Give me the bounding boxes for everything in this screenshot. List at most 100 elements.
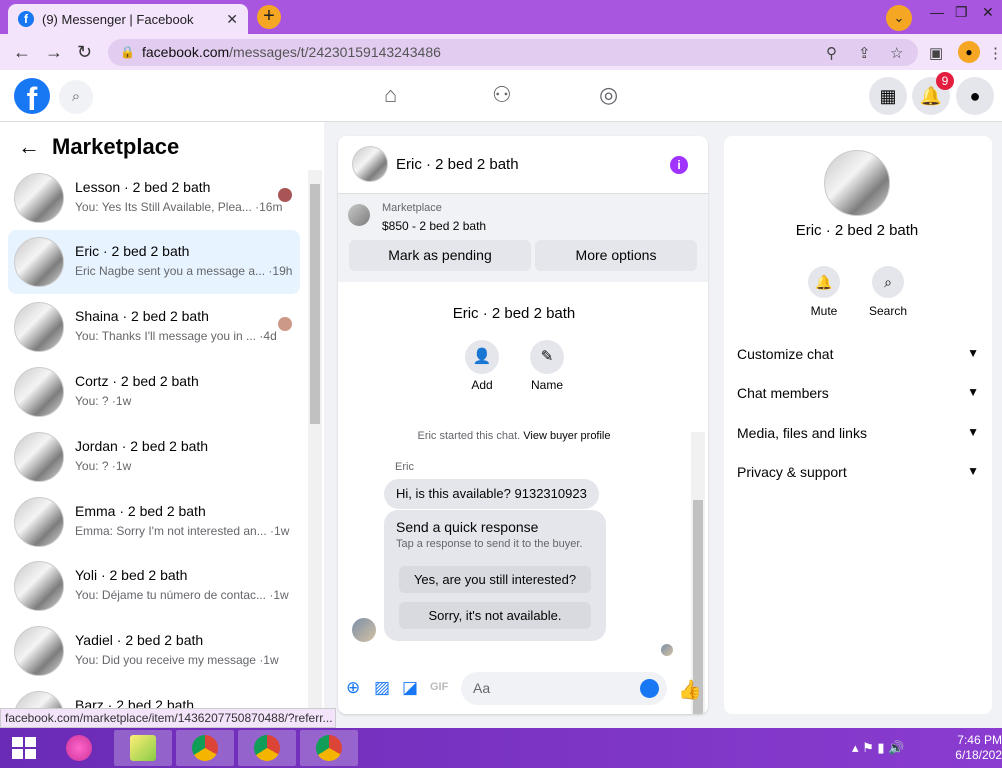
- emoji-icon[interactable]: [640, 679, 659, 698]
- chrome-app-icon[interactable]: [238, 730, 296, 766]
- add-label: Add: [471, 378, 493, 392]
- listing-thumbnail[interactable]: [348, 204, 370, 226]
- chat-avatar[interactable]: [352, 146, 388, 182]
- message-input[interactable]: Aa: [461, 672, 667, 705]
- conversation-preview: You: ? ·1w: [75, 394, 132, 408]
- facebook-header: f ⌕ ⌂ ⚇ ◎ ▦ 🔔 ●: [0, 70, 1002, 122]
- side-panel-icon[interactable]: ▣: [929, 44, 943, 62]
- new-tab-button[interactable]: +: [257, 5, 281, 29]
- facebook-favicon-icon: f: [18, 11, 34, 27]
- taskbar-clock[interactable]: 7:46 PM 6/18/202: [950, 733, 1002, 763]
- folder-app-icon[interactable]: [114, 730, 172, 766]
- menu-grid-icon[interactable]: ▦: [869, 77, 907, 115]
- name-action[interactable]: ✎ Name: [517, 340, 577, 392]
- restore-window-icon[interactable]: ❐: [955, 4, 968, 21]
- notification-badge: 9: [936, 72, 954, 90]
- chevron-down-icon: ▼: [967, 464, 979, 478]
- gif-icon[interactable]: GIF: [430, 681, 448, 693]
- chat-header: Eric · 2 bed 2 bath i: [338, 136, 708, 194]
- info-icon[interactable]: i: [670, 156, 688, 174]
- media-files-links-section[interactable]: Media, files and links ▼: [737, 425, 979, 441]
- browser-profile-icon[interactable]: ●: [958, 41, 980, 63]
- listing-avatar: [14, 302, 64, 352]
- add-person-icon: 👤: [465, 340, 499, 374]
- mark-as-pending-button[interactable]: Mark as pending: [349, 240, 531, 271]
- message-placeholder: Aa: [473, 680, 491, 696]
- thumbs-up-icon[interactable]: 👍: [678, 678, 702, 702]
- listing-avatar: [14, 497, 64, 547]
- bookmark-star-icon[interactable]: ☆: [890, 44, 903, 62]
- tab-title: (9) Messenger | Facebook: [42, 11, 194, 27]
- clock-time: 7:46 PM: [957, 733, 1002, 747]
- close-window-icon[interactable]: ✕: [982, 4, 994, 21]
- quick-response-yes-button[interactable]: Yes, are you still interested?: [399, 566, 591, 593]
- seen-receipt-avatar: [661, 644, 673, 656]
- conversation-preview: You: Déjame tu número de contac... ·1w: [75, 588, 289, 602]
- facebook-logo-icon[interactable]: f: [14, 78, 50, 114]
- conversation-item[interactable]: Jordan · 2 bed 2 bath You: ? ·1w: [8, 425, 300, 489]
- customize-chat-section[interactable]: Customize chat ▼: [737, 346, 979, 362]
- conversation-item[interactable]: Shaina · 2 bed 2 bath You: Thanks I'll m…: [8, 295, 300, 359]
- quick-response-no-button[interactable]: Sorry, it's not available.: [399, 602, 591, 629]
- mute-label: Mute: [810, 304, 838, 318]
- groups-icon[interactable]: ◎: [599, 82, 618, 108]
- message-bubble: Hi, is this available? 9132310923: [384, 479, 599, 509]
- conversation-item[interactable]: Eric · 2 bed 2 bath Eric Nagbe sent you …: [8, 230, 300, 294]
- conversation-item[interactable]: Yadiel · 2 bed 2 bath You: Did you recei…: [8, 619, 300, 683]
- chevron-down-icon: ▼: [967, 425, 979, 439]
- url-path: /messages/t/24230159143243486: [229, 44, 441, 60]
- chrome-app-icon[interactable]: [176, 730, 234, 766]
- share-icon[interactable]: ⇪: [858, 44, 871, 62]
- windows-start-icon[interactable]: [12, 737, 36, 759]
- forward-arrow-icon[interactable]: →: [45, 42, 63, 63]
- plus-circle-icon[interactable]: ⊕: [346, 678, 360, 698]
- conversation-item[interactable]: Cortz · 2 bed 2 bath You: ? ·1w: [8, 360, 300, 424]
- browser-menu-icon[interactable]: ⋮: [988, 44, 1002, 62]
- chat-panel: Eric · 2 bed 2 bath i Marketplace $850 -…: [338, 136, 708, 714]
- friends-icon[interactable]: ⚇: [492, 82, 512, 108]
- privacy-support-section[interactable]: Privacy & support ▼: [737, 464, 979, 480]
- chrome-app-icon[interactable]: [300, 730, 358, 766]
- section-label: Chat members: [737, 385, 829, 401]
- chevron-down-icon: ▼: [967, 346, 979, 360]
- account-avatar[interactable]: ●: [956, 77, 994, 115]
- conversation-preview: You: ? ·1w: [75, 459, 132, 473]
- sender-name: Eric: [395, 461, 414, 473]
- sticker-icon[interactable]: ◪: [402, 678, 418, 698]
- address-bar[interactable]: 🔒 facebook.com/messages/t/24230159143243…: [108, 39, 918, 66]
- image-icon[interactable]: ▨: [374, 678, 390, 698]
- search-icon[interactable]: ⌕: [59, 80, 93, 114]
- conversation-item[interactable]: Emma · 2 bed 2 bath Emma: Sorry I'm not …: [8, 490, 300, 554]
- sidebar-scrollbar[interactable]: [308, 170, 322, 726]
- search-action[interactable]: ⌕ Search: [858, 266, 918, 318]
- conversation-preview: You: Did you receive my message ·1w: [75, 653, 279, 667]
- conversation-name: Lesson · 2 bed 2 bath: [75, 179, 211, 195]
- zoom-icon[interactable]: ⚲: [826, 44, 837, 62]
- scrollbar-thumb[interactable]: [310, 184, 320, 424]
- listing-banner: Marketplace $850 - 2 bed 2 bath Mark as …: [338, 194, 708, 282]
- conversation-item[interactable]: Lesson · 2 bed 2 bath You: Yes Its Still…: [8, 166, 300, 230]
- clock-date: 6/18/202: [955, 748, 1002, 762]
- system-tray-icons[interactable]: ▴ ⚑ ▮ 🔊: [852, 740, 904, 756]
- conversation-item[interactable]: Yoli · 2 bed 2 bath You: Déjame tu númer…: [8, 554, 300, 618]
- section-label: Customize chat: [737, 346, 834, 362]
- minimize-window-icon[interactable]: —: [930, 4, 944, 20]
- more-options-button[interactable]: More options: [535, 240, 697, 271]
- view-buyer-profile-link[interactable]: View buyer profile: [523, 430, 610, 442]
- paint-app-icon[interactable]: [50, 730, 108, 766]
- tab-search-dropdown-icon[interactable]: ⌄: [886, 5, 912, 31]
- back-arrow-icon[interactable]: ←: [13, 42, 31, 63]
- home-icon[interactable]: ⌂: [384, 82, 397, 108]
- browser-tab[interactable]: f (9) Messenger | Facebook ✕: [8, 4, 248, 34]
- bell-icon: 🔔: [808, 266, 840, 298]
- close-tab-icon[interactable]: ✕: [226, 11, 238, 28]
- reload-icon[interactable]: ↻: [77, 42, 92, 63]
- contact-avatar[interactable]: [824, 150, 890, 216]
- conversation-name: Shaina · 2 bed 2 bath: [75, 308, 209, 324]
- contact-name: Eric · 2 bed 2 bath: [795, 222, 919, 239]
- mute-action[interactable]: 🔔 Mute: [794, 266, 854, 318]
- add-action[interactable]: 👤 Add: [452, 340, 512, 392]
- chat-title[interactable]: Eric · 2 bed 2 bath: [396, 156, 519, 173]
- back-arrow-icon[interactable]: ←: [18, 134, 40, 160]
- chat-members-section[interactable]: Chat members ▼: [737, 385, 979, 401]
